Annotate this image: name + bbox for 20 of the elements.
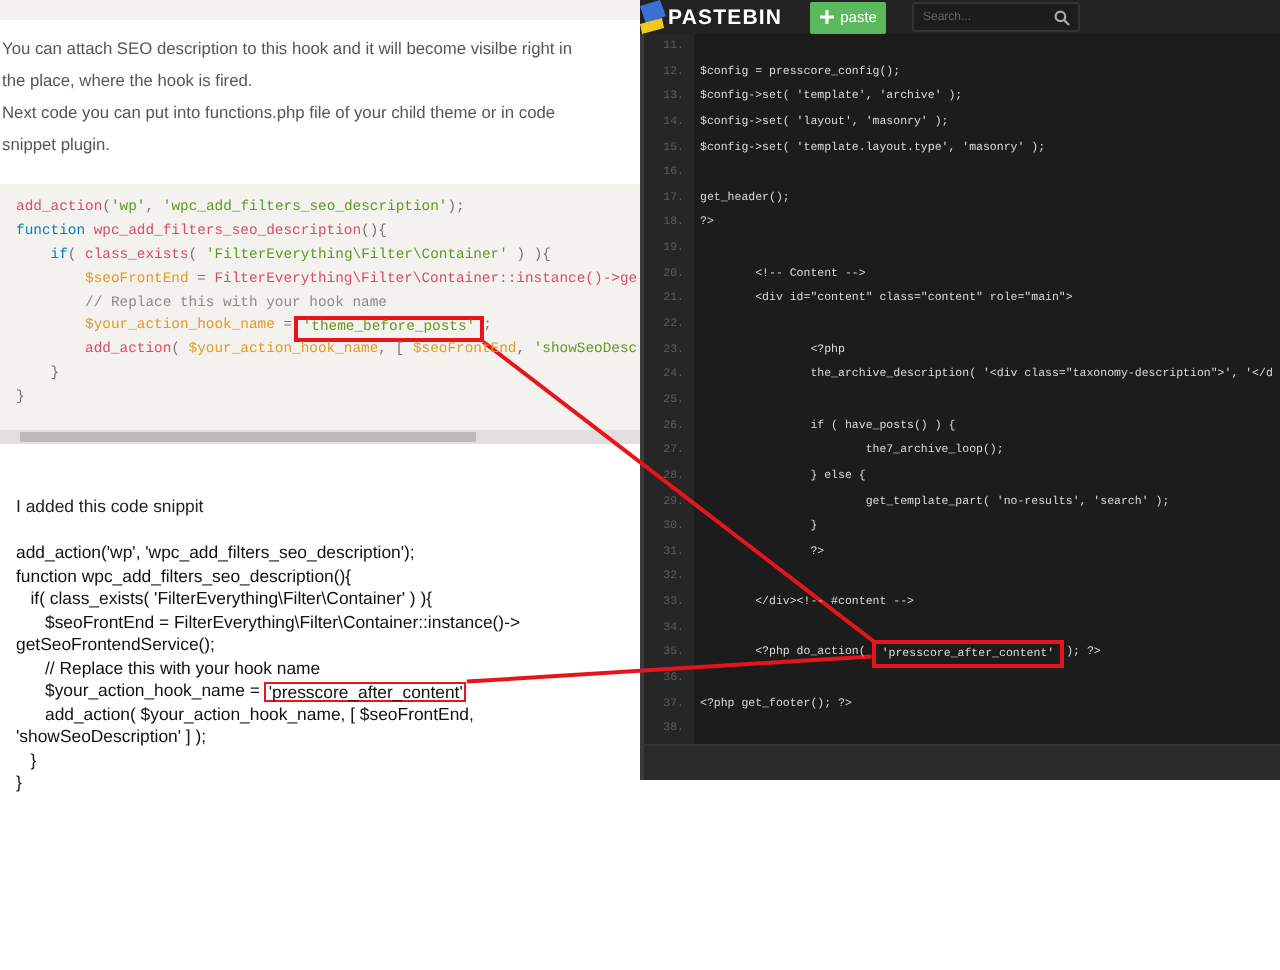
comment-text: I added this code snippit xyxy=(16,496,206,516)
snippet-line: // Replace this with your hook name xyxy=(42,657,321,681)
snippet-line: $seoFrontEnd = FilterEverything\Filter\Container::instance()-> xyxy=(42,611,521,635)
snippet-line: function wpc_add_filters_seo_description(){ xyxy=(16,565,352,589)
highlighted-code: 'presscore_after_content' xyxy=(264,681,467,703)
snippet-line: } xyxy=(16,772,22,797)
snippet-line: getSeoFrontendService(); xyxy=(16,634,215,658)
snippet-line: add_action( $your_action_hook_name, [ $seoFrontEnd, xyxy=(42,703,474,727)
paragraph: You can attach SEO description to this hook and it will become visilbe right in the place, where the hook is fired. xyxy=(2,36,575,94)
scrollbar[interactable] xyxy=(0,430,640,444)
plus-icon xyxy=(820,10,835,24)
search-icon xyxy=(1054,9,1071,25)
site-logo[interactable]: PASTEBIN xyxy=(668,5,783,29)
snippet-line: if( class_exists( 'FilterEverything\Filter\Container' ) ){ xyxy=(28,588,433,612)
snippet-line: add_action('wp', 'wpc_add_filters_seo_description'); xyxy=(16,542,415,566)
snippet-line: 'showSeoDescription' ] ); xyxy=(16,726,207,750)
snippet-line: } xyxy=(28,749,37,773)
snippet-line: $your_action_hook_name = xyxy=(42,680,262,704)
logo-icon xyxy=(640,0,668,34)
paragraph: Next code you can put into functions.php file of your child theme or in code snippet plugin. xyxy=(2,100,558,158)
